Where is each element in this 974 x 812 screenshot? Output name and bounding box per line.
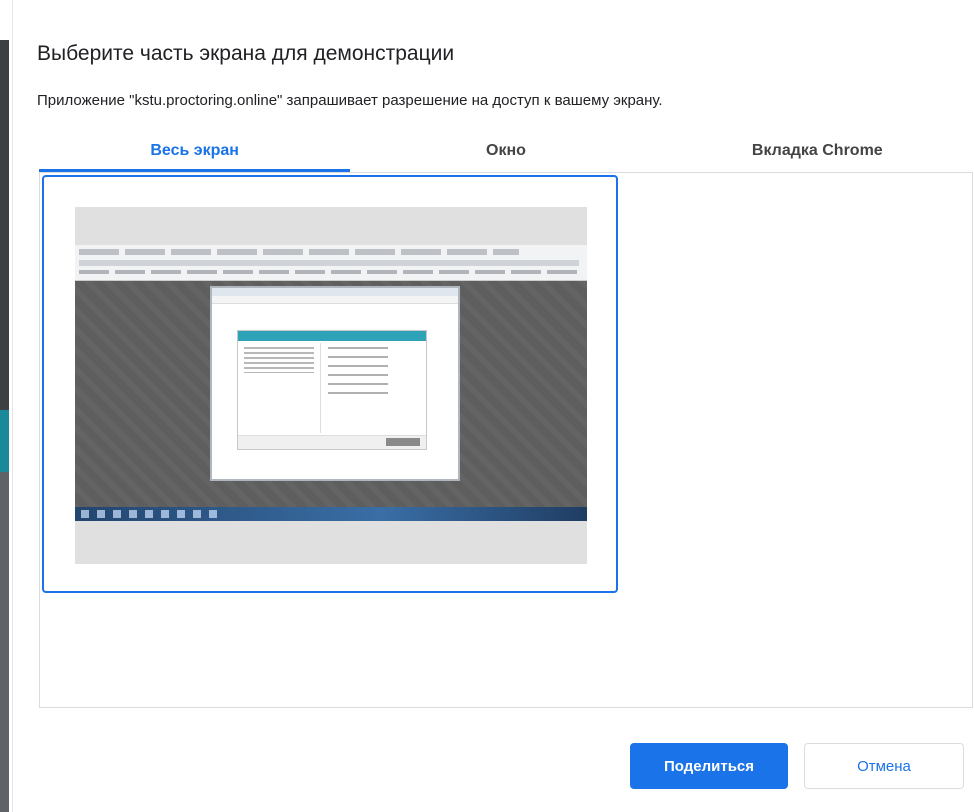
background-accent-bar — [0, 410, 9, 472]
dialog-subtitle: Приложение "kstu.proctoring.online" запр… — [37, 92, 663, 109]
source-tabs: Весь экран Окно Вкладка Chrome — [39, 130, 973, 172]
tab-entire-screen[interactable]: Весь экран — [39, 130, 351, 172]
tab-window[interactable]: Окно — [350, 130, 661, 172]
background-sidebar — [0, 40, 9, 410]
screen-thumbnail — [75, 207, 587, 564]
thumbnail-modal — [237, 330, 427, 450]
source-list — [39, 172, 973, 708]
background-panel — [0, 472, 9, 812]
tab-chrome-tab[interactable]: Вкладка Chrome — [662, 130, 973, 172]
thumbnail-browser-chrome — [75, 245, 587, 281]
background-page-edge — [0, 0, 12, 812]
cancel-button[interactable]: Отмена — [804, 743, 964, 789]
thumbnail-taskbar — [75, 507, 587, 521]
screen-share-dialog: Выберите часть экрана для демонстрации П… — [12, 0, 974, 812]
thumbnail-app-window — [210, 286, 460, 481]
dialog-title: Выберите часть экрана для демонстрации — [37, 42, 455, 65]
share-button[interactable]: Поделиться — [630, 743, 788, 789]
screen-source-item[interactable] — [42, 175, 618, 593]
